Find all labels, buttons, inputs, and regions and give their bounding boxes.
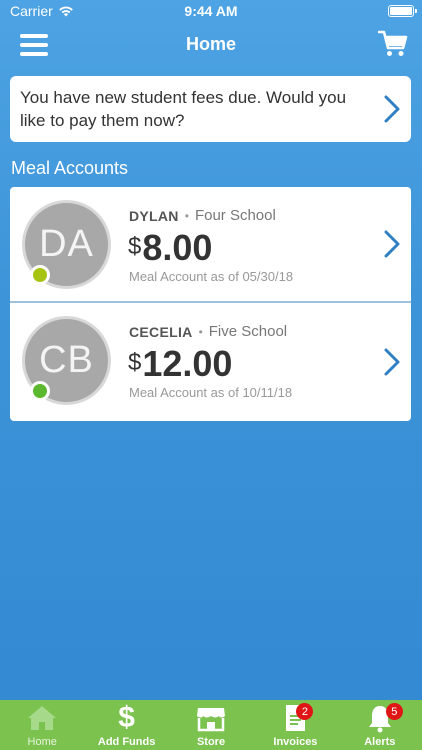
school-name: Five School bbox=[208, 323, 288, 340]
alerts-badge: 5 bbox=[385, 703, 403, 720]
balance-amount: 8.00 bbox=[142, 227, 213, 268]
tab-label: Add Funds bbox=[97, 736, 156, 748]
account-name-row: CECELIA • Five School bbox=[129, 323, 287, 340]
chevron-right-icon bbox=[384, 95, 400, 123]
tab-label: Alerts bbox=[364, 736, 396, 748]
tab-store[interactable]: Store bbox=[169, 700, 253, 750]
school-name: Four School bbox=[194, 207, 276, 224]
currency-symbol: $ bbox=[128, 349, 142, 376]
account-card-dylan[interactable]: DA DYLAN • Four School $ 8.00 Meal Accou… bbox=[10, 187, 411, 303]
dollar-icon: $ bbox=[118, 701, 135, 734]
status-indicator-dot bbox=[30, 381, 50, 401]
tab-invoices[interactable]: 2 Invoices bbox=[253, 700, 337, 750]
chevron-right-icon bbox=[384, 230, 400, 258]
tab-label: Invoices bbox=[273, 736, 318, 748]
tab-alerts[interactable]: 5 Alerts bbox=[338, 700, 422, 750]
store-icon bbox=[197, 708, 226, 732]
avatar-initials: CB bbox=[39, 339, 94, 381]
fees-banner-text: You have new student fees due. Would you… bbox=[20, 88, 347, 130]
battery-icon bbox=[388, 5, 417, 17]
chevron-right-icon bbox=[384, 348, 400, 376]
carrier-info: Carrier bbox=[10, 3, 74, 19]
wifi-icon bbox=[58, 6, 73, 17]
student-name: DYLAN bbox=[129, 207, 179, 224]
status-bar: Carrier 9:44 AM bbox=[0, 0, 422, 22]
avatar-initials: DA bbox=[39, 223, 94, 265]
account-card-cecelia[interactable]: CB CECELIA • Five School $ 12.00 Meal Ac… bbox=[10, 303, 411, 421]
tab-home[interactable]: Home bbox=[0, 700, 84, 750]
name-separator: • bbox=[184, 208, 189, 223]
student-name: CECELIA bbox=[129, 323, 193, 340]
balance-as-of: Meal Account as of 05/30/18 bbox=[129, 269, 294, 284]
account-balance: $ 8.00 bbox=[128, 227, 212, 269]
balance-amount: 12.00 bbox=[142, 343, 233, 384]
meal-accounts-list: DA DYLAN • Four School $ 8.00 Meal Accou… bbox=[10, 187, 411, 421]
shopping-cart-icon[interactable] bbox=[378, 30, 408, 58]
meal-accounts-heading: Meal Accounts bbox=[11, 158, 129, 178]
name-separator: • bbox=[198, 324, 203, 339]
tab-label: Home bbox=[27, 736, 57, 748]
page-title: Home bbox=[185, 33, 236, 54]
currency-symbol: $ bbox=[128, 233, 142, 260]
tab-label: Store bbox=[196, 736, 226, 748]
tab-bar: Home $ Add Funds Store 2 Invoices 5 Aler… bbox=[0, 700, 422, 750]
balance-as-of: Meal Account as of 10/11/18 bbox=[129, 385, 293, 400]
status-indicator-dot bbox=[30, 265, 50, 285]
home-icon bbox=[28, 706, 57, 730]
carrier-label: Carrier bbox=[10, 3, 53, 19]
nav-bar: Home bbox=[0, 22, 422, 66]
hamburger-menu-icon[interactable] bbox=[20, 34, 48, 56]
tab-add-funds[interactable]: $ Add Funds bbox=[84, 700, 168, 750]
account-name-row: DYLAN • Four School bbox=[129, 207, 276, 224]
student-fees-banner[interactable]: You have new student fees due. Would you… bbox=[10, 76, 411, 142]
account-balance: $ 12.00 bbox=[128, 343, 232, 385]
